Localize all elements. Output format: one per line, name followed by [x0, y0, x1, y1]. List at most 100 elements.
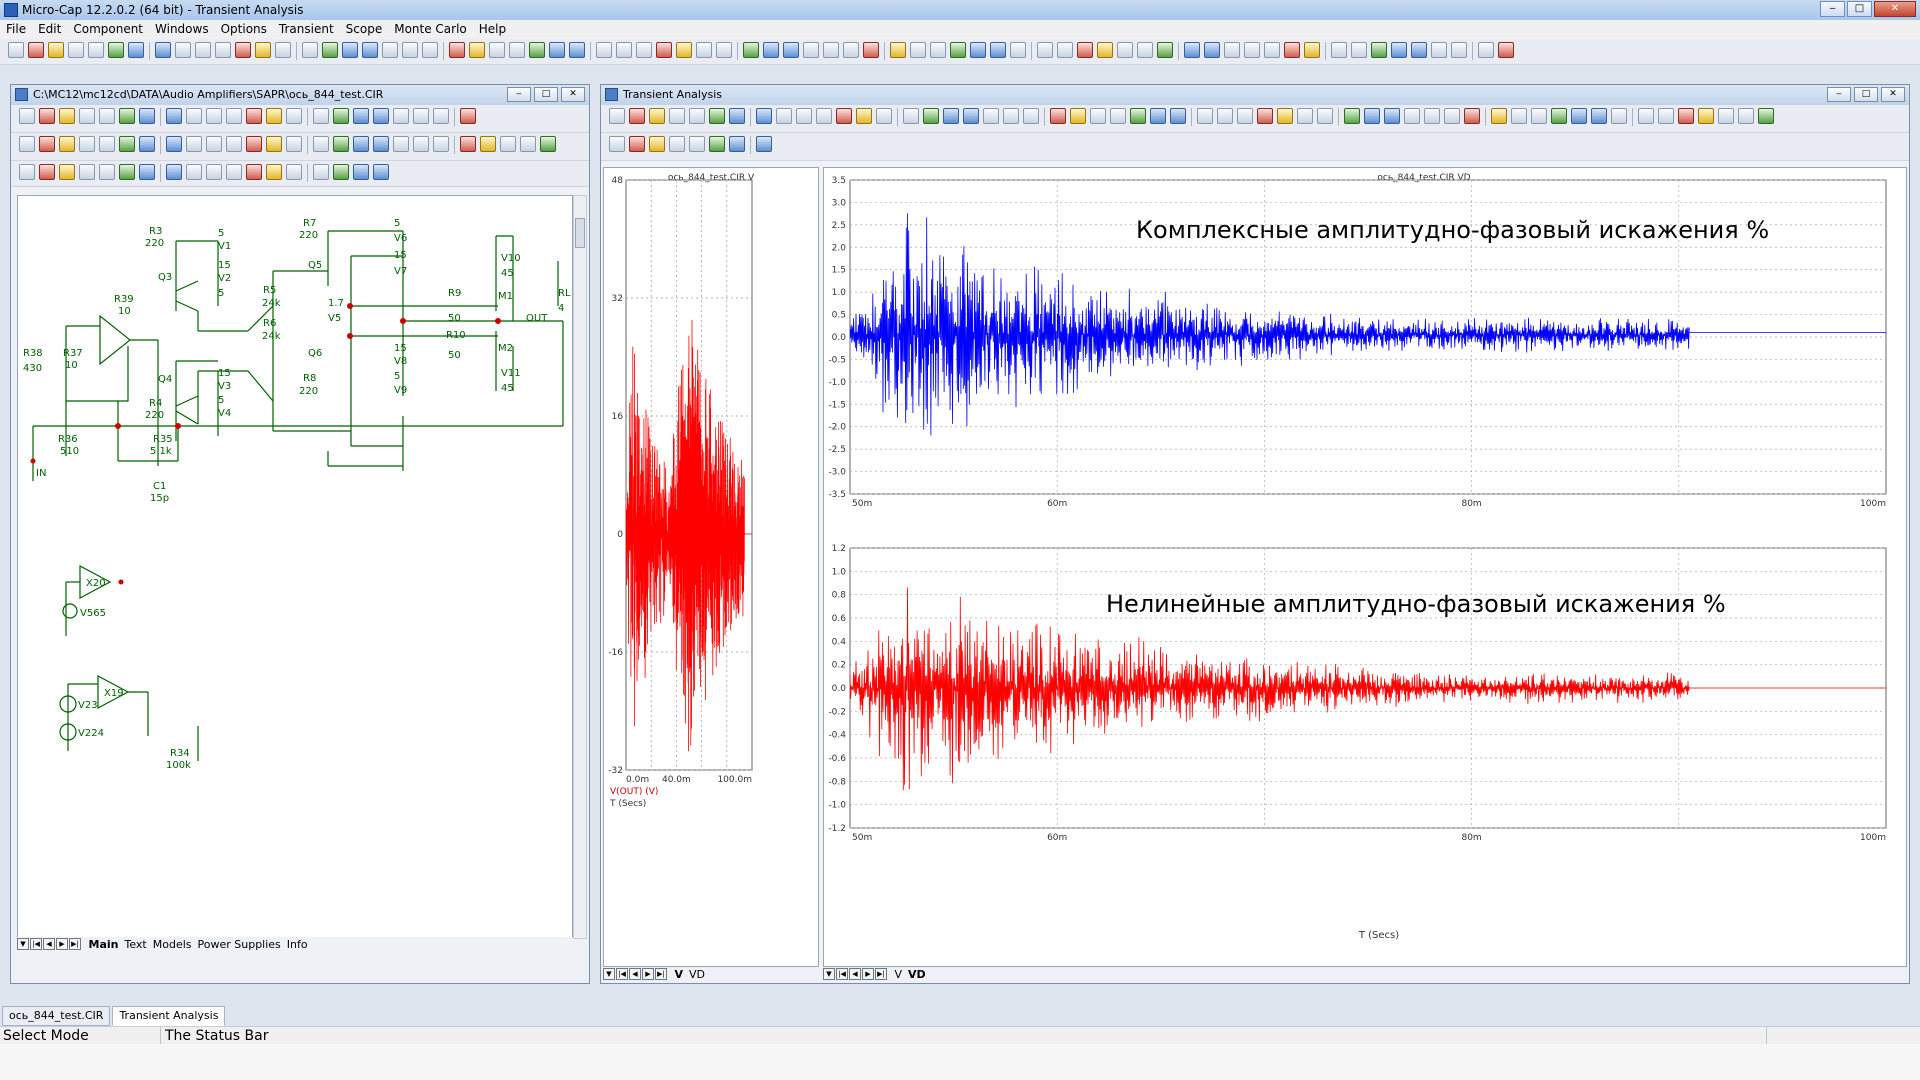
schematic-toolbar-tool-icon[interactable] [39, 164, 55, 180]
schematic-canvas[interactable]: R3 220 5 V1 15 V2 5 Q3 R39 10 R38 430 R3… [17, 195, 573, 939]
analysis-toolbar-tool-icon[interactable] [776, 108, 792, 124]
analysis-toolbar-tool-icon[interactable] [1003, 108, 1019, 124]
main-toolbar-tool-icon[interactable] [489, 42, 505, 58]
main-toolbar-tool-icon[interactable] [823, 42, 839, 58]
main-toolbar-tool-icon[interactable] [843, 42, 859, 58]
analysis-toolbar-tool-icon[interactable] [1197, 108, 1213, 124]
schematic-toolbar-tool-icon[interactable] [393, 108, 409, 124]
analysis-toolbar-tool-icon[interactable] [689, 108, 705, 124]
main-toolbar-tool-icon[interactable] [88, 42, 104, 58]
menu-options[interactable]: Options [215, 20, 273, 39]
analysis-toolbar-tool-icon[interactable] [1738, 108, 1754, 124]
main-toolbar-tool-icon[interactable] [1010, 42, 1026, 58]
main-toolbar-tool-icon[interactable] [449, 42, 465, 58]
analysis-maximize-button[interactable]: □ [1854, 87, 1878, 102]
plot-v-nav-prev[interactable]: ◀ [629, 968, 641, 980]
main-toolbar-tool-icon[interactable] [342, 42, 358, 58]
schematic-toolbar-tool-icon[interactable] [333, 164, 349, 180]
main-toolbar-tool-icon[interactable] [763, 42, 779, 58]
analysis-toolbar-tool-icon[interactable] [709, 108, 725, 124]
maximize-button[interactable]: □ [1847, 1, 1872, 17]
analysis-toolbar-tool-icon[interactable] [1297, 108, 1313, 124]
plot-vd-panel[interactable]: ось_844_test.CIR VD Комплексные амплитуд… [823, 167, 1907, 967]
schematic-close-button[interactable]: ✕ [561, 87, 585, 102]
schematic-toolbar-tool-icon[interactable] [139, 136, 155, 152]
main-toolbar-tool-icon[interactable] [1411, 42, 1427, 58]
schematic-toolbar-tool-icon[interactable] [19, 108, 35, 124]
main-toolbar-tool-icon[interactable] [1478, 42, 1494, 58]
plot-vd-nav-last[interactable]: ▶| [875, 968, 887, 980]
main-toolbar-tool-icon[interactable] [322, 42, 338, 58]
schematic-toolbar-tool-icon[interactable] [19, 164, 35, 180]
main-toolbar-tool-icon[interactable] [195, 42, 211, 58]
schematic-toolbar-tool-icon[interactable] [186, 164, 202, 180]
main-toolbar-tool-icon[interactable] [1157, 42, 1173, 58]
main-toolbar-tool-icon[interactable] [1431, 42, 1447, 58]
main-toolbar-tool-icon[interactable] [1264, 42, 1280, 58]
schematic-toolbar-tool-icon[interactable] [266, 164, 282, 180]
schematic-toolbar-tool-icon[interactable] [500, 136, 516, 152]
main-toolbar-tool-icon[interactable] [48, 42, 64, 58]
main-toolbar-tool-icon[interactable] [275, 42, 291, 58]
analysis-toolbar-tool-icon[interactable] [609, 108, 625, 124]
main-toolbar-tool-icon[interactable] [1284, 42, 1300, 58]
schematic-toolbar-tool-icon[interactable] [186, 136, 202, 152]
schematic-toolbar-tool-icon[interactable] [353, 164, 369, 180]
analysis-toolbar-tool-icon[interactable] [1464, 108, 1480, 124]
analysis-toolbar-tool-icon[interactable] [1658, 108, 1674, 124]
analysis-toolbar-tool-icon[interactable] [689, 136, 705, 152]
schematic-toolbar-tool-icon[interactable] [19, 136, 35, 152]
analysis-toolbar-tool-icon[interactable] [963, 108, 979, 124]
tab-nav-prev[interactable]: ◀ [43, 938, 55, 950]
menu-windows[interactable]: Windows [149, 20, 215, 39]
schematic-toolbar-tool-icon[interactable] [99, 136, 115, 152]
schematic-toolbar-tool-icon[interactable] [79, 108, 95, 124]
analysis-toolbar-tool-icon[interactable] [1638, 108, 1654, 124]
schematic-minimize-button[interactable]: ‒ [507, 87, 531, 102]
main-toolbar-tool-icon[interactable] [422, 42, 438, 58]
menu-file[interactable]: File [0, 20, 32, 39]
analysis-toolbar-tool-icon[interactable] [649, 136, 665, 152]
analysis-toolbar-tool-icon[interactable] [1070, 108, 1086, 124]
schematic-toolbar-tool-icon[interactable] [393, 136, 409, 152]
schematic-toolbar-tool-icon[interactable] [520, 136, 536, 152]
plot-v-tab-vd[interactable]: VD [686, 967, 708, 983]
schematic-toolbar-tool-icon[interactable] [313, 108, 329, 124]
analysis-toolbar-tool-icon[interactable] [876, 108, 892, 124]
plot-v-nav-menu[interactable]: ▼ [603, 968, 615, 980]
analysis-toolbar-tool-icon[interactable] [1424, 108, 1440, 124]
schematic-toolbar-tool-icon[interactable] [286, 108, 302, 124]
main-toolbar-tool-icon[interactable] [1498, 42, 1514, 58]
schematic-toolbar-tool-icon[interactable] [433, 108, 449, 124]
schematic-toolbar-tool-icon[interactable] [286, 164, 302, 180]
analysis-toolbar-tool-icon[interactable] [856, 108, 872, 124]
plot-v-nav-next[interactable]: ▶ [642, 968, 654, 980]
tab-nav-first[interactable]: |◀ [30, 938, 42, 950]
schematic-vscrollbar[interactable] [573, 195, 587, 939]
schematic-toolbar-tool-icon[interactable] [99, 164, 115, 180]
main-toolbar-tool-icon[interactable] [549, 42, 565, 58]
schematic-toolbar-tool-icon[interactable] [413, 108, 429, 124]
main-toolbar-tool-icon[interactable] [1244, 42, 1260, 58]
main-toolbar-tool-icon[interactable] [108, 42, 124, 58]
main-toolbar-tool-icon[interactable] [1224, 42, 1240, 58]
main-toolbar-tool-icon[interactable] [1097, 42, 1113, 58]
analysis-close-button[interactable]: ✕ [1881, 87, 1905, 102]
tab-nav-last[interactable]: ▶| [69, 938, 81, 950]
tab-power-supplies[interactable]: Power Supplies [195, 937, 284, 953]
analysis-toolbar-tool-icon[interactable] [1237, 108, 1253, 124]
plot-vd-nav-first[interactable]: |◀ [836, 968, 848, 980]
analysis-toolbar-tool-icon[interactable] [1130, 108, 1146, 124]
schematic-toolbar-tool-icon[interactable] [79, 136, 95, 152]
analysis-toolbar-tool-icon[interactable] [1150, 108, 1166, 124]
menu-scope[interactable]: Scope [340, 20, 389, 39]
schematic-toolbar-tool-icon[interactable] [139, 164, 155, 180]
analysis-toolbar-tool-icon[interactable] [1551, 108, 1567, 124]
main-toolbar-tool-icon[interactable] [1391, 42, 1407, 58]
main-toolbar-tool-icon[interactable] [930, 42, 946, 58]
main-toolbar-tool-icon[interactable] [175, 42, 191, 58]
analysis-toolbar-tool-icon[interactable] [629, 108, 645, 124]
analysis-toolbar-tool-icon[interactable] [923, 108, 939, 124]
main-toolbar-tool-icon[interactable] [636, 42, 652, 58]
schematic-toolbar-tool-icon[interactable] [373, 164, 389, 180]
